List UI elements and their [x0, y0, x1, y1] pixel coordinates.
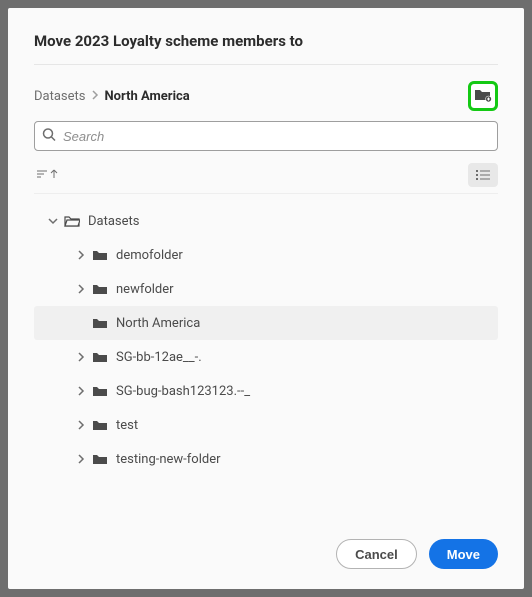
sort-icon	[36, 169, 48, 182]
tree-item-label: SG-bb-12ae__-.	[116, 350, 202, 365]
tree-item[interactable]: testing-new-folder	[34, 442, 498, 476]
tree-item[interactable]: newfolder	[34, 272, 498, 306]
sort-button[interactable]	[34, 165, 60, 186]
move-folder-dialog: Move 2023 Loyalty scheme members to Data…	[8, 8, 524, 589]
folder-tree: Datasets demofolder newfolder North Americ…	[34, 194, 498, 523]
search-field	[34, 121, 498, 151]
chevron-right-icon[interactable]	[74, 284, 88, 294]
tree-root[interactable]: Datasets	[34, 204, 498, 238]
tree-item[interactable]: SG-bug-bash123123.--_	[34, 374, 498, 408]
new-folder-button[interactable]	[468, 81, 498, 111]
tree-item-label: newfolder	[116, 282, 174, 297]
chevron-right-icon[interactable]	[74, 386, 88, 396]
folder-icon	[92, 385, 108, 397]
dialog-title: Move 2023 Loyalty scheme members to	[34, 32, 498, 65]
tree-root-label: Datasets	[88, 214, 140, 229]
toolbar	[34, 159, 498, 194]
search-icon	[42, 127, 56, 146]
chevron-right-icon[interactable]	[74, 352, 88, 362]
breadcrumb[interactable]: Datasets North America	[34, 89, 190, 104]
tree-item[interactable]: SG-bb-12ae__-.	[34, 340, 498, 374]
sort-arrow-icon	[50, 169, 58, 182]
chevron-down-icon[interactable]	[46, 218, 60, 225]
tree-item-label: testing-new-folder	[116, 452, 221, 467]
chevron-right-icon	[92, 90, 99, 103]
breadcrumb-row: Datasets North America	[34, 65, 498, 121]
folder-icon	[92, 351, 108, 363]
breadcrumb-current: North America	[105, 89, 190, 104]
tree-item[interactable]: test	[34, 408, 498, 442]
tree-item-label: test	[116, 418, 138, 433]
view-toggle-button[interactable]	[468, 163, 498, 187]
folder-icon	[92, 453, 108, 465]
breadcrumb-root[interactable]: Datasets	[34, 89, 86, 104]
tree-item-label: demofolder	[116, 248, 183, 263]
chevron-right-icon[interactable]	[74, 250, 88, 260]
chevron-right-icon[interactable]	[74, 420, 88, 430]
tree-item[interactable]: demofolder	[34, 238, 498, 272]
folder-icon	[92, 283, 108, 295]
cancel-button[interactable]: Cancel	[336, 539, 417, 569]
folder-open-icon	[64, 215, 80, 227]
folder-icon	[92, 317, 108, 329]
list-view-icon	[475, 166, 491, 185]
dialog-footer: Cancel Move	[34, 523, 498, 569]
folder-icon	[92, 419, 108, 431]
tree-item[interactable]: North America	[34, 306, 498, 340]
tree-item-label: North America	[116, 316, 200, 331]
chevron-right-icon[interactable]	[74, 454, 88, 464]
folder-icon	[92, 249, 108, 261]
move-button[interactable]: Move	[429, 539, 498, 569]
folder-add-icon	[474, 87, 492, 106]
tree-item-label: SG-bug-bash123123.--_	[116, 384, 250, 399]
search-input[interactable]	[34, 121, 498, 151]
